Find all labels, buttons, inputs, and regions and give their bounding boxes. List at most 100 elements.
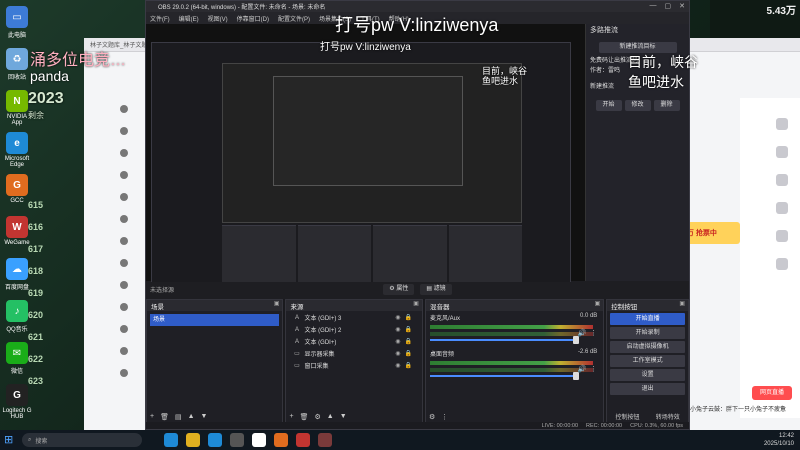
close-icon[interactable]: ✕: [679, 2, 685, 10]
chat-icon[interactable]: [776, 146, 788, 158]
obs-docks: 场景 ▣ 场景 + 🗑 ▤ ▲ ▼ 来源 ▣ A 文本 (GDI+) 3 ◉ 🔒 A 文本 (…: [146, 299, 689, 424]
control-button[interactable]: 工作室模式: [610, 355, 685, 367]
nav-dot-icon: [120, 303, 128, 311]
nav-dot-icon: [120, 259, 128, 267]
feedback-icon[interactable]: [776, 258, 788, 270]
add-scene-icon[interactable]: +: [150, 413, 154, 421]
move-up-icon[interactable]: ▲: [188, 413, 195, 421]
visibility-eye-icon[interactable]: ◉: [395, 314, 400, 321]
lock-icon[interactable]: 🔒: [404, 326, 411, 333]
menu-item[interactable]: 配置文件(P): [278, 14, 310, 23]
menu-item[interactable]: 视图(V): [208, 14, 228, 23]
windows-start-icon[interactable]: ⊞: [4, 434, 16, 446]
desktop-icon[interactable]: e Microsoft Edge: [2, 132, 32, 168]
channel-menu-icon[interactable]: ⋮: [590, 329, 597, 337]
control-button[interactable]: 退出: [610, 383, 685, 395]
watermark-top-small: 打号pw V:linziwenya: [320, 42, 411, 53]
scene-item[interactable]: 场景: [150, 314, 280, 326]
visibility-eye-icon[interactable]: ◉: [395, 362, 400, 369]
taskbar-app-icon[interactable]: [274, 433, 288, 447]
taskbar-app-icon[interactable]: [318, 433, 332, 447]
dock-undock-icon[interactable]: ▣: [679, 300, 685, 307]
desktop-icon[interactable]: ♻ 回收站: [2, 48, 32, 81]
properties-button[interactable]: ⚙ 属性: [383, 284, 415, 295]
source-item[interactable]: A 文本 (GDI+) 3 ◉ 🔒: [286, 312, 421, 323]
multistream-title: 多路推流: [590, 27, 618, 34]
gift-icon[interactable]: [776, 118, 788, 130]
control-button[interactable]: 开始直播: [610, 313, 685, 325]
live-timer: LIVE: 00:00:00: [541, 422, 579, 429]
speaker-icon[interactable]: 🔊: [578, 365, 587, 373]
channel-menu-icon[interactable]: ⋮: [590, 365, 597, 373]
remove-scene-icon[interactable]: 🗑: [160, 413, 169, 421]
start-push-button[interactable]: 开始: [595, 100, 622, 111]
scenes-title: 场景: [151, 303, 164, 311]
controls-tab[interactable]: 控制按钮: [615, 412, 639, 421]
settings-icon[interactable]: [776, 230, 788, 242]
taskbar-app-icon[interactable]: [186, 433, 200, 447]
visibility-eye-icon[interactable]: ◉: [395, 350, 400, 357]
system-clock[interactable]: 12:42 2025/10/10: [764, 432, 794, 448]
source-item[interactable]: ▭ 显示器采集 ◉ 🔒: [286, 348, 421, 359]
taskbar-app-icon[interactable]: [164, 433, 178, 447]
headset-icon[interactable]: [776, 174, 788, 186]
comment-text: 小兔子云鼓：胖下一只小兔子不疲惫: [690, 407, 787, 413]
delete-push-button[interactable]: 删除: [653, 100, 680, 111]
desktop-icon[interactable]: ▭ 此电脑: [2, 6, 32, 39]
taskbar-app-icon[interactable]: [252, 433, 266, 447]
share-icon[interactable]: [776, 202, 788, 214]
mixer-dock: 混音器 ▣ 麦克风/Aux 0.0 dB 🔊 ⋮ 桌面音频 -2.6 dB 🔊 ⋮ ⚙ ⋮: [424, 299, 605, 424]
menu-item[interactable]: 文件(F): [150, 14, 170, 23]
taskbar-search[interactable]: ⌕ 搜索: [22, 433, 142, 447]
edit-push-button[interactable]: 修改: [624, 100, 651, 111]
audio-meter: [429, 368, 593, 372]
control-button[interactable]: 设置: [610, 369, 685, 381]
taskbar-app-icon[interactable]: [296, 433, 310, 447]
dock-undock-icon[interactable]: ▣: [413, 300, 419, 307]
nav-dot-icon: [120, 281, 128, 289]
volume-slider[interactable]: [429, 336, 579, 344]
scenes-dock: 场景 ▣ 场景 + 🗑 ▤ ▲ ▼: [146, 299, 284, 424]
move-up-icon[interactable]: ▲: [327, 413, 334, 421]
dock-undock-icon[interactable]: ▣: [595, 300, 601, 307]
side-number: 618: [28, 266, 44, 276]
speaker-icon[interactable]: 🔊: [578, 329, 587, 337]
preview-canvas[interactable]: [146, 24, 586, 297]
source-settings-icon[interactable]: ⚙: [314, 413, 320, 421]
desktop-icon[interactable]: G Logitech G HUB: [2, 384, 32, 420]
visibility-eye-icon[interactable]: ◉: [395, 326, 400, 333]
volume-slider[interactable]: [429, 372, 579, 380]
remove-source-icon[interactable]: 🗑: [300, 413, 309, 421]
nav-dot-icon: [120, 127, 128, 135]
lock-icon[interactable]: 🔒: [404, 350, 411, 357]
transitions-tab[interactable]: 转场特效: [656, 412, 680, 421]
mixer-title: 混音器: [429, 303, 450, 311]
dock-undock-icon[interactable]: ▣: [274, 300, 280, 307]
source-type-icon: A: [294, 326, 299, 333]
minimize-icon[interactable]: —: [650, 2, 657, 10]
taskbar-app-icon[interactable]: [230, 433, 244, 447]
lock-icon[interactable]: 🔒: [404, 362, 411, 369]
visibility-eye-icon[interactable]: ◉: [395, 338, 400, 345]
control-button[interactable]: 开始录制: [610, 327, 685, 339]
source-item[interactable]: A 文本 (GDI+) 2 ◉ 🔒: [286, 324, 421, 335]
move-down-icon[interactable]: ▼: [340, 413, 347, 421]
lock-icon[interactable]: 🔒: [404, 314, 411, 321]
source-item[interactable]: ▭ 窗口采集 ◉ 🔒: [286, 360, 421, 371]
menu-item[interactable]: 编辑(E): [179, 14, 199, 23]
maximize-icon[interactable]: ▢: [665, 2, 672, 10]
control-button[interactable]: 启动虚拟摄像机: [610, 341, 685, 353]
source-item[interactable]: A 文本 (GDI+) ◉ 🔒: [286, 336, 421, 347]
add-source-icon[interactable]: +: [289, 413, 293, 421]
nested-docks: [222, 225, 522, 285]
advanced-audio-icon[interactable]: ⚙: [429, 413, 435, 421]
move-down-icon[interactable]: ▼: [201, 413, 208, 421]
filters-button[interactable]: ▤ 滤镜: [420, 284, 452, 295]
mixer-menu-icon[interactable]: ⋮: [441, 413, 448, 421]
taskbar-app-icon[interactable]: [208, 433, 222, 447]
clock-date: 2025/10/10: [763, 441, 794, 447]
menu-item[interactable]: 停靠窗口(D): [237, 14, 269, 23]
scene-filter-icon[interactable]: ▤: [175, 413, 182, 421]
web-live-button[interactable]: 网页直播: [752, 386, 792, 400]
lock-icon[interactable]: 🔒: [404, 338, 411, 345]
